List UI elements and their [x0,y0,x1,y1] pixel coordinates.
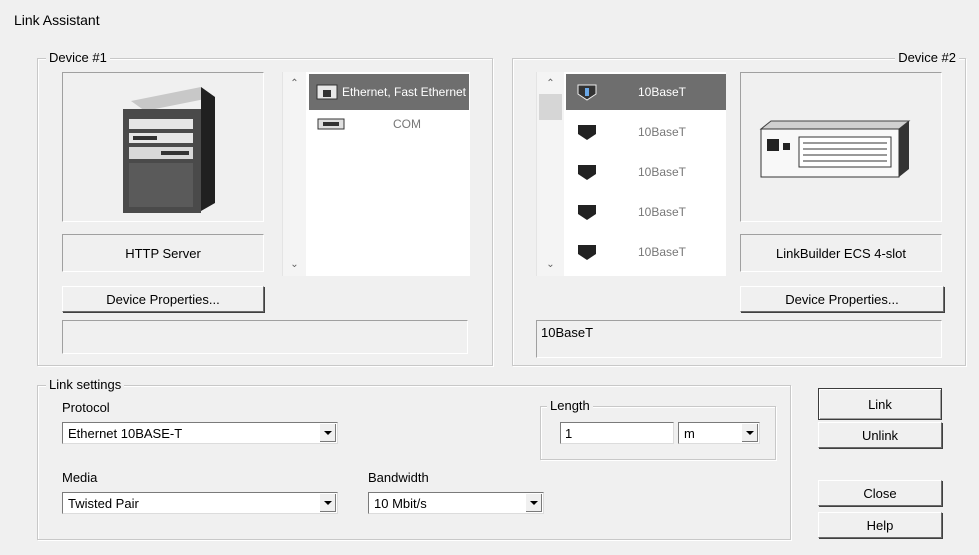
chevron-down-icon[interactable] [525,494,542,512]
length-input-value: 1 [565,425,573,441]
serial-port-icon [317,118,345,130]
port-shield-icon [578,205,596,220]
scroll-thumb[interactable] [539,94,562,120]
device1-legend: Device #1 [46,50,110,66]
media-select-value: Twisted Pair [68,495,139,511]
scroll-up-icon[interactable]: ⌃ [283,78,306,89]
help-button[interactable]: Help [818,512,942,538]
port-item[interactable]: 10BaseT [566,114,726,150]
device1-image-frame [62,72,264,222]
protocol-select[interactable]: Ethernet 10BASE-T [62,422,338,444]
port-item[interactable]: 10BaseT [566,154,726,190]
port-shield-icon [578,165,596,180]
length-legend: Length [547,398,593,414]
port-item-label: 10BaseT [637,125,687,139]
media-select[interactable]: Twisted Pair [62,492,338,514]
device2-name: LinkBuilder ECS 4-slot [740,234,942,272]
device2-status-text: 10BaseT [541,325,594,340]
ethernet-port-icon [316,84,338,100]
device1-interface-list[interactable]: ⌃ ⌄ Ethernet, Fast Ethernet COM [282,72,470,276]
network-switch-icon [759,120,911,178]
interface-item-label: COM [393,117,421,131]
length-unit-value: m [684,425,695,441]
device1-interface-scrollbar[interactable]: ⌃ ⌄ [282,72,306,276]
interface-item-com[interactable]: COM [309,114,469,134]
scroll-down-icon[interactable]: ⌄ [283,259,306,270]
length-input[interactable]: 1 [560,422,674,444]
device2-properties-button[interactable]: Device Properties... [740,286,944,312]
protocol-label: Protocol [62,400,110,415]
media-label: Media [62,470,98,485]
device2-port-list[interactable]: ⌃ ⌄ 10BaseT 10BaseT 10BaseT 10BaseT 10Ba… [536,72,726,276]
device1-properties-button[interactable]: Device Properties... [62,286,264,312]
port-item-label: 10BaseT [637,85,687,99]
port-item-label: 10BaseT [637,245,687,259]
length-unit-select[interactable]: m [678,422,760,444]
port-item-label: 10BaseT [637,205,687,219]
unlink-button[interactable]: Unlink [818,422,942,448]
device1-name: HTTP Server [62,234,264,272]
port-item[interactable]: 10BaseT [566,194,726,230]
device1-status-field [62,320,468,354]
port-shield-icon [578,125,596,140]
interface-item-ethernet[interactable]: Ethernet, Fast Ethernet [309,74,469,110]
interface-item-label: Ethernet, Fast Ethernet [341,84,467,99]
server-tower-icon [123,87,215,213]
port-item[interactable]: 10BaseT [566,74,726,110]
port-shield-icon [577,84,597,101]
port-shield-icon [578,245,596,260]
scroll-up-icon[interactable]: ⌃ [537,78,564,89]
link-settings-legend: Link settings [46,377,125,393]
port-item[interactable]: 10BaseT [566,234,726,270]
device2-status-field: 10BaseT [536,320,942,358]
device2-port-scrollbar[interactable]: ⌃ ⌄ [536,72,564,276]
protocol-select-value: Ethernet 10BASE-T [68,425,183,441]
chevron-down-icon[interactable] [319,424,336,442]
port-item-label: 10BaseT [637,165,687,179]
device2-legend: Device #2 [895,50,959,66]
bandwidth-select[interactable]: 10 Mbit/s [368,492,544,514]
link-button[interactable]: Link [818,388,942,420]
chevron-down-icon[interactable] [741,424,758,442]
window-title: Link Assistant [14,12,100,28]
device2-image-frame [740,72,942,222]
chevron-down-icon[interactable] [319,494,336,512]
bandwidth-label: Bandwidth [368,470,429,485]
close-button[interactable]: Close [818,480,942,506]
scroll-down-icon[interactable]: ⌄ [537,259,564,270]
bandwidth-select-value: 10 Mbit/s [374,495,427,511]
